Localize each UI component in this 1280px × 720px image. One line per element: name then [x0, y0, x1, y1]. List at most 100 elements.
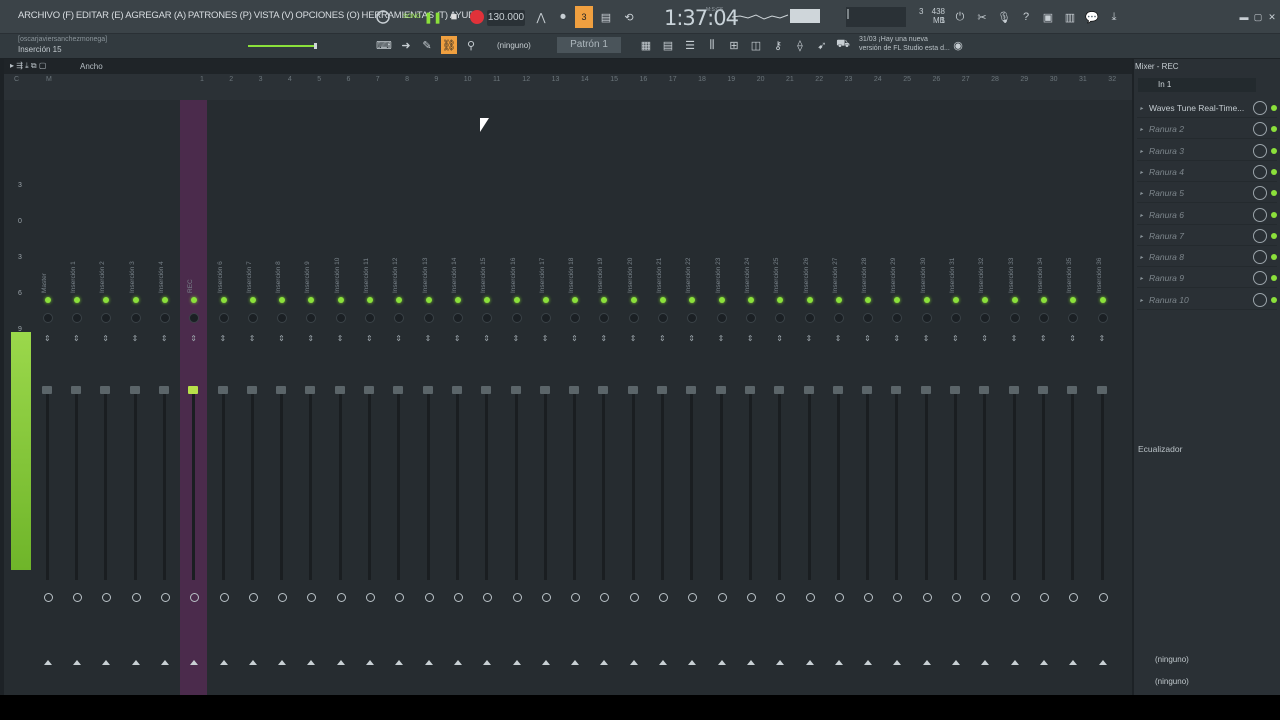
mixer-strip[interactable]: Inserción 27 ⇕ — [825, 100, 852, 695]
send-arrow-icon[interactable] — [160, 660, 169, 665]
mixer-strip[interactable]: Inserción 18 ⇕ — [561, 100, 588, 695]
effect-slot[interactable]: ▸ Ranura 10 — [1137, 291, 1277, 310]
stop-button[interactable]: ■ — [448, 6, 460, 28]
pan-knob[interactable] — [423, 313, 434, 323]
pan-knob[interactable] — [1097, 313, 1108, 323]
send-arrow-icon[interactable] — [44, 660, 52, 665]
volume-fader[interactable] — [422, 386, 433, 394]
strip-enable-led[interactable] — [308, 297, 315, 303]
mixer-strip[interactable]: Inserción 4 ⇕ — [151, 100, 178, 695]
pan-knob[interactable] — [540, 313, 551, 323]
stereo-separation-icon[interactable]: ⇕ — [659, 335, 666, 343]
slot-enable-led[interactable] — [1271, 105, 1277, 111]
mixer-strip[interactable]: Inserción 34 ⇕ — [1030, 100, 1057, 695]
wait-input-icon[interactable]: ⏺ — [554, 6, 572, 28]
slot-mix-knob[interactable] — [1253, 207, 1267, 222]
mixer-view-icon[interactable]: ⫼ — [704, 36, 720, 54]
strip-enable-led[interactable] — [74, 297, 80, 303]
pattern-selector[interactable]: Patrón 1 — [557, 37, 621, 53]
strip-enable-led[interactable] — [425, 297, 432, 303]
mixer-strip[interactable]: Inserción 14 ⇕ — [444, 100, 471, 695]
pan-knob[interactable] — [335, 313, 346, 323]
strip-enable-led[interactable] — [513, 297, 520, 303]
volume-fader[interactable] — [100, 386, 111, 394]
route-knob[interactable] — [834, 593, 844, 602]
slot-expand-icon[interactable]: ▸ — [1140, 254, 1143, 261]
slot-mix-knob[interactable] — [1253, 122, 1267, 137]
stereo-separation-icon[interactable]: ⇕ — [835, 335, 842, 343]
mixer-strip[interactable]: Inserción 13 ⇕ — [415, 100, 442, 695]
effect-slot[interactable]: ▸ Ranura 3 — [1137, 142, 1277, 161]
send-arrow-icon[interactable] — [73, 660, 81, 665]
stereo-separation-icon[interactable]: ⇕ — [337, 335, 344, 343]
route-knob[interactable] — [864, 593, 874, 602]
pan-knob[interactable] — [72, 313, 82, 323]
route-knob[interactable] — [366, 593, 375, 602]
slot-enable-led[interactable] — [1271, 190, 1277, 197]
route-knob[interactable] — [131, 593, 141, 602]
volume-fader[interactable] — [832, 386, 843, 394]
audio-input-selector[interactable]: In 1 — [1138, 78, 1256, 92]
volume-fader[interactable] — [481, 386, 492, 394]
strip-enable-led[interactable] — [689, 297, 696, 303]
strip-enable-led[interactable] — [542, 297, 549, 303]
send-arrow-icon[interactable] — [131, 660, 140, 665]
volume-fader[interactable] — [657, 386, 667, 394]
slot-mix-knob[interactable] — [1253, 271, 1267, 286]
route-knob[interactable] — [893, 593, 903, 602]
menu-opciones[interactable]: OPCIONES (O) — [295, 10, 359, 21]
stereo-separation-icon[interactable]: ⇕ — [483, 335, 490, 343]
strip-enable-led[interactable] — [865, 297, 872, 303]
stereo-separation-icon[interactable]: ⇕ — [1040, 335, 1047, 343]
send-arrow-icon[interactable] — [922, 660, 931, 665]
route-knob[interactable] — [717, 593, 727, 602]
stereo-separation-icon[interactable]: ⇕ — [102, 335, 109, 343]
stereo-separation-icon[interactable]: ⇕ — [542, 335, 549, 343]
send-arrow-icon[interactable] — [952, 660, 960, 665]
arrow-right-icon[interactable]: ➜ — [398, 36, 414, 54]
tuner-icon[interactable]: ⟠ — [792, 36, 808, 54]
piano-roll-icon[interactable]: ▤ — [660, 36, 676, 54]
cart-icon[interactable]: ⛟ — [836, 36, 850, 54]
mixer-icon[interactable]: ▥ — [1062, 6, 1078, 28]
width-label[interactable]: Ancho — [80, 62, 103, 71]
pan-knob[interactable] — [1009, 313, 1020, 323]
mixer-strip[interactable]: Inserción 19 ⇕ — [590, 100, 617, 695]
pause-button[interactable]: ❚❚ — [424, 6, 442, 28]
send-arrow-icon[interactable] — [278, 660, 287, 665]
send-arrow-icon[interactable] — [424, 660, 433, 665]
mixer-strip[interactable]: Inserción 22 ⇕ — [678, 100, 705, 695]
mixer-strip[interactable]: Inserción 26 ⇕ — [796, 100, 823, 695]
strip-enable-led[interactable] — [454, 297, 461, 303]
stereo-separation-icon[interactable]: ⇕ — [161, 335, 168, 343]
mixer-strip[interactable]: Inserción 28 ⇕ — [854, 100, 881, 695]
route-knob[interactable] — [160, 593, 170, 602]
route-knob[interactable] — [336, 593, 346, 602]
stamp-icon[interactable]: ⚲ — [463, 36, 479, 54]
mixer-strip[interactable]: Inserción 31 ⇕ — [942, 100, 969, 695]
route-knob[interactable] — [307, 593, 317, 602]
scissors-icon[interactable]: ✂ — [974, 6, 990, 28]
browser-icon[interactable]: ⊞ — [726, 36, 742, 54]
snap-selector[interactable]: (ninguno) — [497, 41, 531, 50]
countdown-button[interactable]: 3 — [575, 6, 593, 28]
volume-fader[interactable] — [276, 386, 287, 394]
plugin-icon[interactable]: ◫ — [748, 36, 764, 54]
mixer-strip[interactable]: Inserción 12 ⇕ — [385, 100, 412, 695]
route-knob[interactable] — [688, 593, 698, 602]
pan-knob[interactable] — [892, 313, 903, 323]
strip-enable-led[interactable] — [1099, 297, 1106, 303]
strip-enable-led[interactable] — [103, 297, 110, 303]
volume-fader[interactable] — [627, 386, 638, 394]
volume-fader[interactable] — [1037, 386, 1048, 394]
slot-expand-icon[interactable]: ▸ — [1140, 212, 1143, 219]
pencil-icon[interactable]: ✎ — [420, 36, 434, 54]
pan-knob[interactable] — [189, 313, 200, 323]
strip-enable-led[interactable] — [953, 297, 959, 303]
pan-knob[interactable] — [130, 313, 141, 323]
menu-patrones[interactable]: PATRONES (P) — [188, 10, 252, 21]
route-knob[interactable] — [44, 593, 53, 602]
stereo-separation-icon[interactable]: ⇕ — [454, 335, 461, 343]
strip-enable-led[interactable] — [601, 297, 608, 303]
send-arrow-icon[interactable] — [453, 660, 462, 665]
